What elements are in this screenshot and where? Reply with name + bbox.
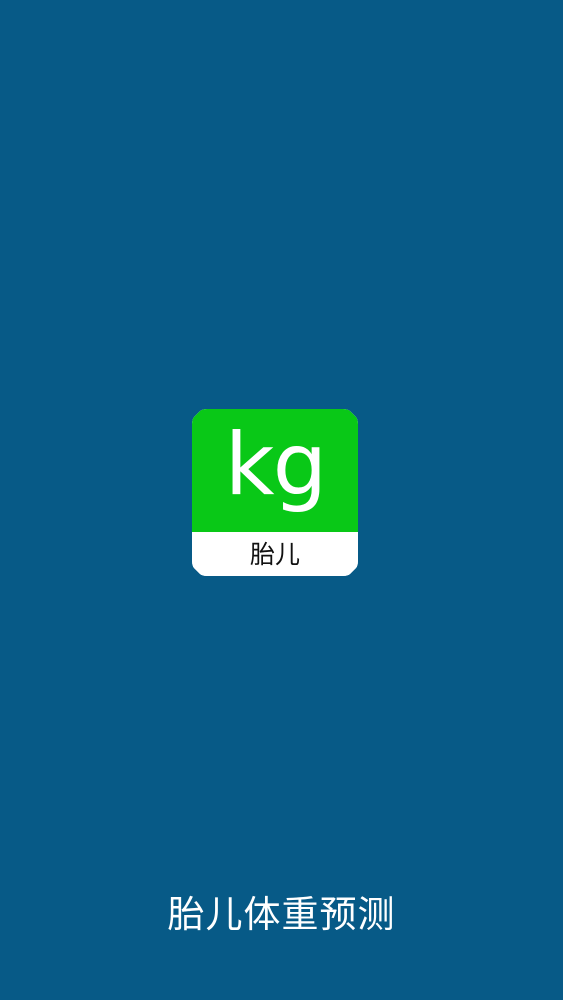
splash-screen: kg 胎儿 胎儿体重预测 [0, 0, 563, 1000]
logo-kg-text: kg [224, 415, 327, 515]
logo-green-panel: kg [192, 409, 358, 532]
logo-label-text: 胎儿 [249, 540, 300, 569]
app-logo-icon: kg 胎儿 [192, 409, 358, 576]
logo-label-panel: 胎儿 [192, 532, 358, 576]
app-title: 胎儿体重预测 [167, 893, 396, 936]
